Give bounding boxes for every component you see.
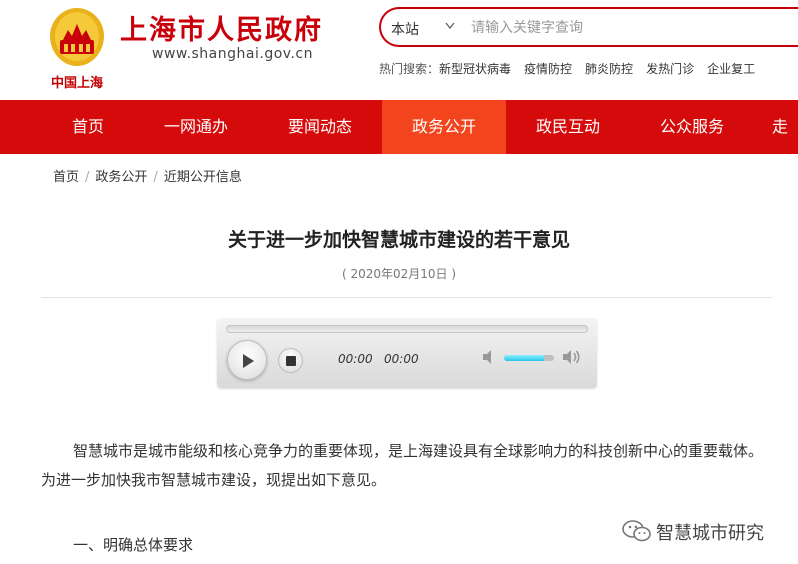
wechat-icon	[622, 520, 651, 542]
play-icon	[243, 354, 254, 368]
breadcrumb-gov-affairs[interactable]: 政务公开	[95, 170, 147, 185]
breadcrumb-separator: /	[153, 170, 158, 185]
article-paragraph: 智慧城市是城市能级和核心竞争力的重要体现，是上海建设具有全球影响力的科技创新中心…	[41, 442, 764, 489]
nav-item-gov-affairs[interactable]: 政务公开	[382, 100, 506, 154]
hot-search-item[interactable]: 肺炎防控	[585, 60, 633, 77]
mute-icon[interactable]	[481, 348, 499, 370]
volume-max-icon[interactable]	[561, 348, 583, 370]
nav-item-more[interactable]: 走	[772, 100, 798, 154]
hot-search-item[interactable]: 疫情防控	[524, 60, 572, 77]
article-title: 关于进一步加快智慧城市建设的若干意见	[227, 229, 570, 251]
hot-search-item[interactable]: 发热门诊	[646, 60, 694, 77]
search-input[interactable]	[471, 15, 791, 41]
section-heading: 一、明确总体要求	[73, 536, 194, 554]
hot-search-item[interactable]: 企业复工	[707, 60, 755, 77]
nav-item-public-service[interactable]: 公众服务	[630, 100, 754, 154]
main-nav: 首页 一网通办 要闻动态 政务公开 政民互动 公众服务 走	[0, 100, 798, 154]
nav-item-interaction[interactable]: 政民互动	[506, 100, 630, 154]
site-url: www.shanghai.gov.cn	[152, 46, 313, 62]
breadcrumb-current[interactable]: 近期公开信息	[164, 170, 242, 185]
nav-item-one-stop[interactable]: 一网通办	[134, 100, 258, 154]
search-box: 本站	[379, 7, 798, 47]
volume-slider[interactable]	[504, 355, 554, 361]
emblem-icon	[50, 8, 104, 66]
stop-icon	[286, 356, 296, 366]
hot-search-bar: 热门搜索：新型冠状病毒 疫情防控 肺炎防控 发热门诊 企业复工	[379, 60, 768, 77]
current-time: 00:00	[338, 352, 373, 366]
breadcrumb-separator: /	[85, 170, 90, 185]
divider	[41, 297, 772, 298]
nav-item-news[interactable]: 要闻动态	[258, 100, 382, 154]
hot-search-item[interactable]: 新型冠状病毒	[439, 60, 511, 77]
audio-progress-bar[interactable]	[226, 325, 588, 333]
site-title[interactable]: 上海市人民政府	[120, 8, 323, 47]
search-scope-select[interactable]: 本站	[391, 19, 419, 39]
breadcrumb: 首页 / 政务公开 / 近期公开信息	[53, 166, 242, 185]
stop-button[interactable]	[278, 348, 303, 373]
duration: 00:00	[384, 352, 419, 366]
play-button[interactable]	[227, 340, 267, 380]
watermark-text: 智慧城市研究	[656, 523, 764, 544]
breadcrumb-home[interactable]: 首页	[53, 170, 79, 185]
site-header: 中国上海 上海市人民政府 www.shanghai.gov.cn 本站 热门搜索…	[0, 0, 798, 100]
emblem-caption: 中国上海	[50, 76, 103, 91]
hot-search-label: 热门搜索：	[379, 62, 440, 76]
article-date: ( 2020年02月10日 )	[341, 267, 457, 281]
shanghai-emblem-logo[interactable]: 中国上海	[42, 6, 112, 92]
chevron-down-icon[interactable]	[445, 19, 455, 36]
volume-level	[504, 355, 544, 361]
audio-player: 00:00 00:00	[217, 318, 597, 388]
nav-item-home[interactable]: 首页	[26, 100, 150, 154]
